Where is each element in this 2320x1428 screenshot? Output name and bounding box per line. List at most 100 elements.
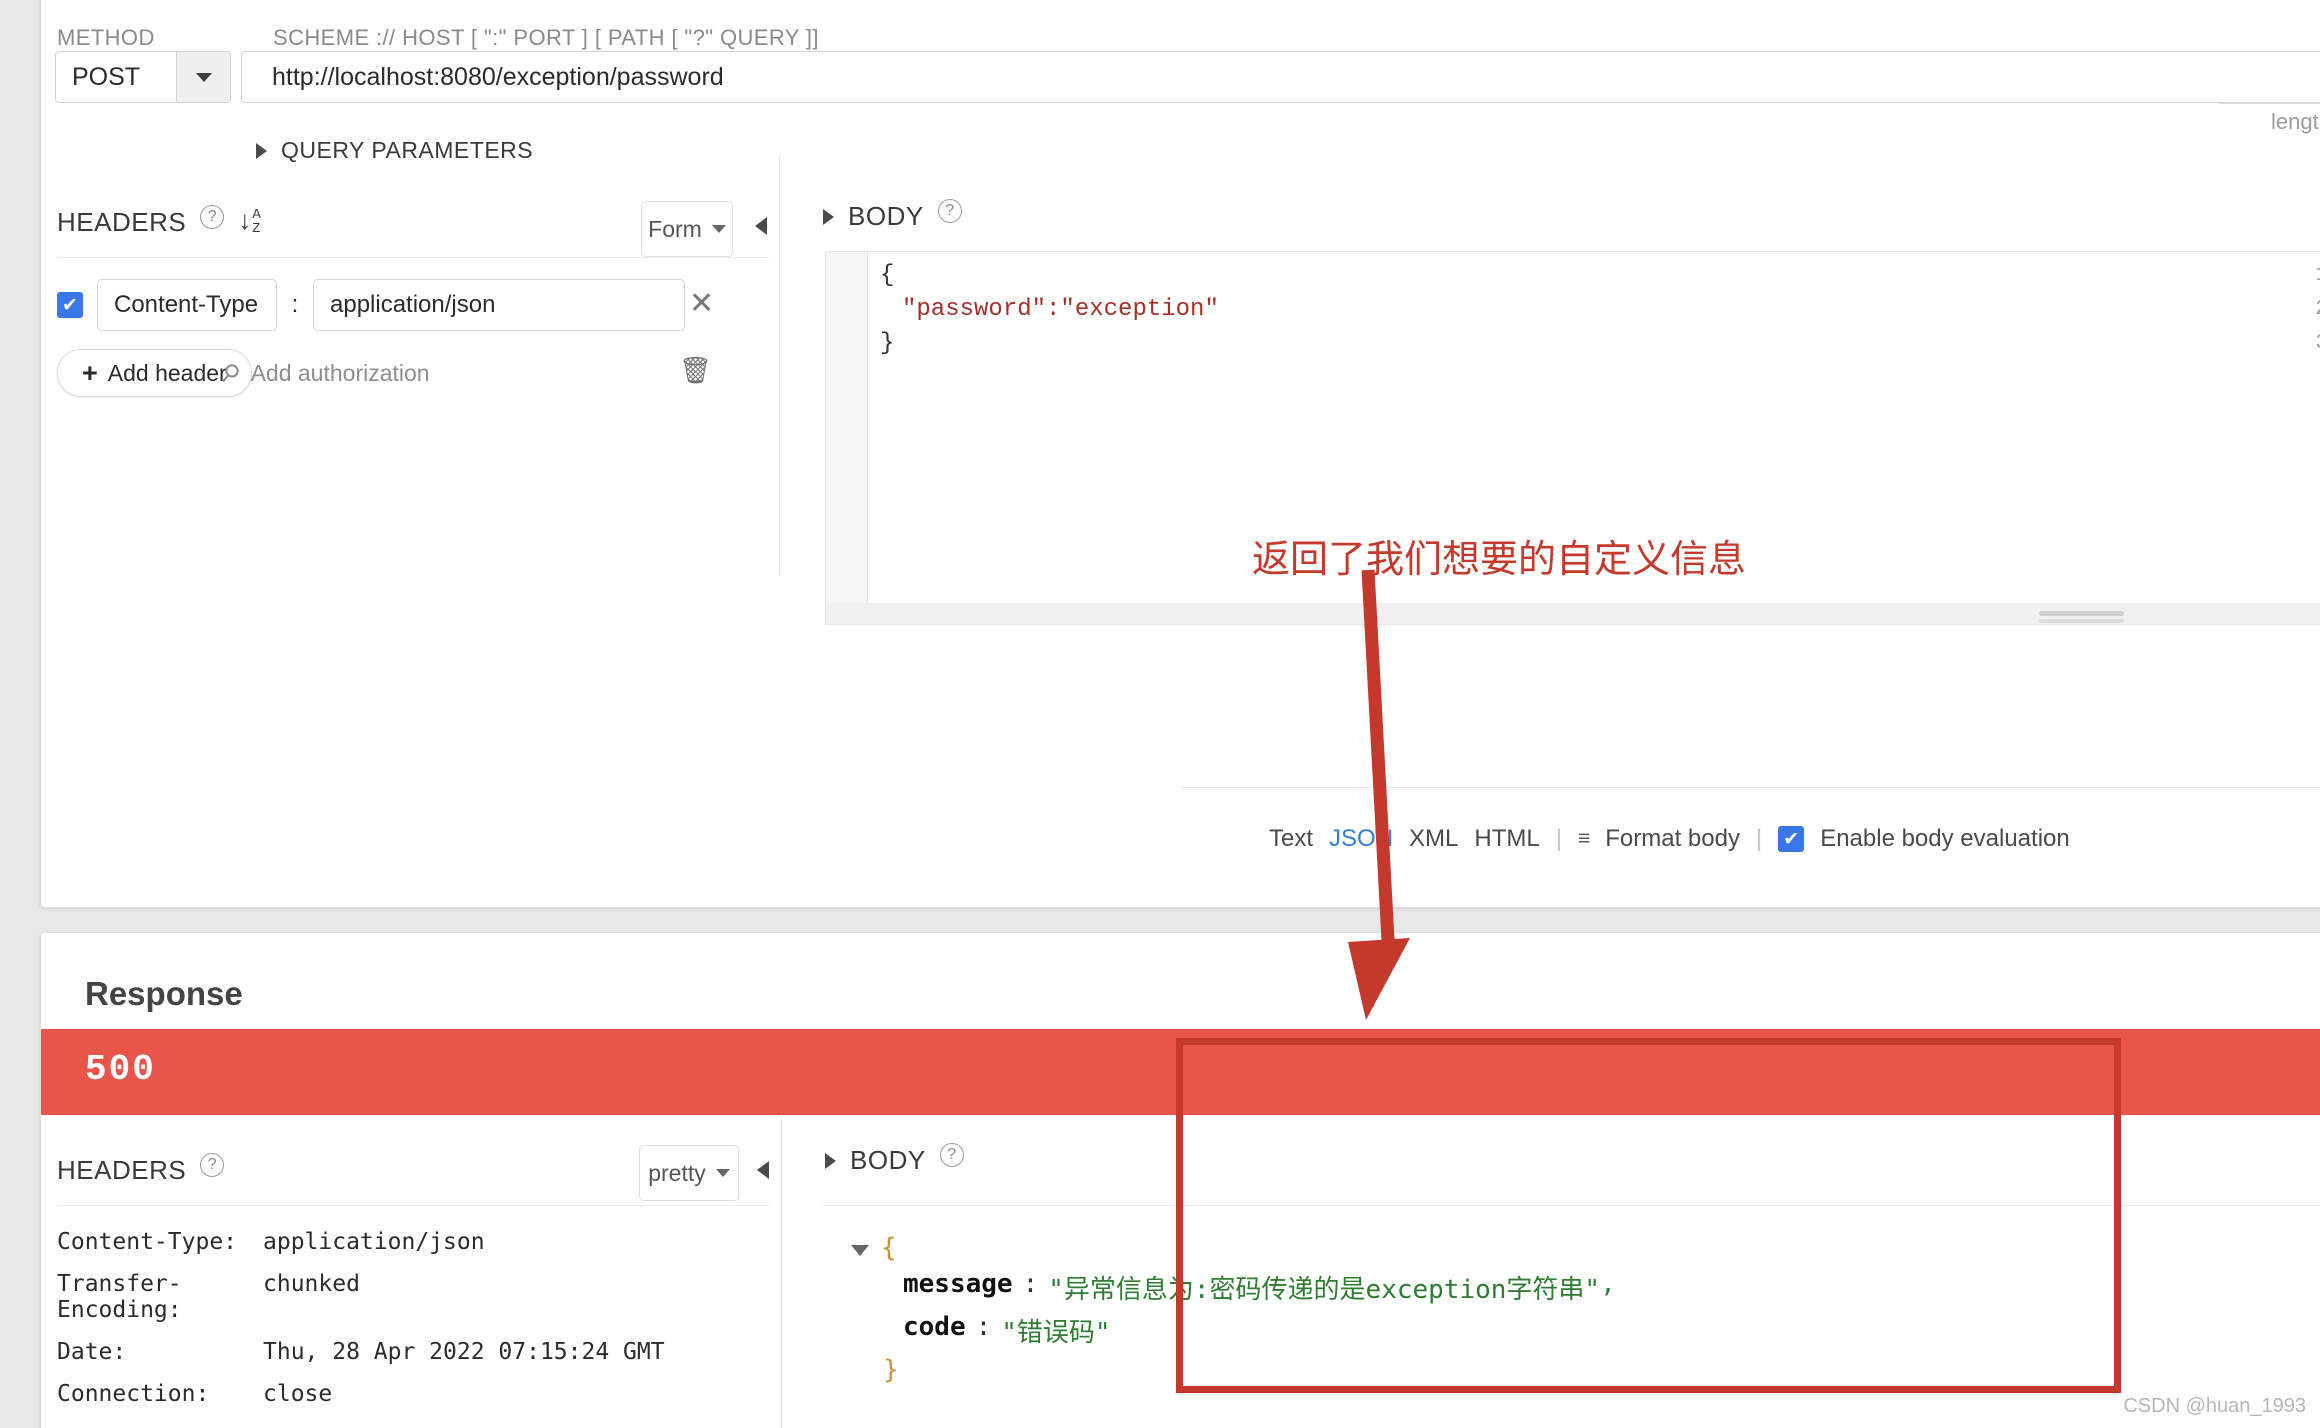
sort-alphabetical-icon[interactable]: ↓ AZ xyxy=(238,207,261,234)
scrollbar-thumb-secondary[interactable] xyxy=(2039,619,2124,623)
json-key: message xyxy=(903,1269,1013,1299)
add-authorization-label: Add authorization xyxy=(250,360,430,386)
url-input[interactable]: http://localhost:8080/exception/password xyxy=(241,51,2320,103)
format-option-text[interactable]: Text xyxy=(1269,825,1313,853)
chevron-right-icon[interactable] xyxy=(823,208,834,225)
response-body-title: BODY xyxy=(850,1145,926,1175)
header-value: Thu, 28 Apr 2022 07:15:24 GMT xyxy=(263,1339,665,1365)
headers-underline xyxy=(57,257,769,258)
annotation-highlight-box xyxy=(1176,1038,2121,1393)
response-title: Response xyxy=(85,975,243,1012)
question-mark-icon[interactable]: ? xyxy=(939,1142,964,1167)
method-value: POST xyxy=(72,62,141,91)
trash-icon[interactable]: 🗑 xyxy=(679,355,712,386)
request-panel: METHOD SCHEME :// HOST [ ":" PORT ] [ PA… xyxy=(40,0,2320,908)
table-row: Date: Thu, 28 Apr 2022 07:15:24 GMT xyxy=(57,1339,665,1365)
add-authorization-button[interactable]: ⚲ Add authorization xyxy=(214,358,430,390)
chevron-down-icon xyxy=(195,72,212,82)
header-value: application/json xyxy=(263,1229,485,1255)
header-value: chunked xyxy=(263,1271,360,1297)
table-row: Transfer-Encoding: chunked xyxy=(57,1271,665,1323)
watermark: CSDN @huan_1993 xyxy=(2123,1395,2306,1417)
query-parameters-toggle[interactable]: QUERY PARAMETERS xyxy=(256,137,533,164)
format-option-json[interactable]: JSON xyxy=(1329,825,1393,853)
header-row: ✔ Content-Type : application/json xyxy=(57,279,685,331)
toolbar-divider: | xyxy=(1755,825,1763,852)
json-colon: : xyxy=(1022,1269,1039,1299)
headers-view-select[interactable]: Form xyxy=(641,201,733,257)
length-divider xyxy=(2219,103,2320,104)
response-headers-title-row: HEADERS ? xyxy=(57,1152,225,1186)
response-headers-title: HEADERS xyxy=(57,1155,187,1185)
response-headers-table: Content-Type: application/json Transfer-… xyxy=(57,1229,665,1423)
headers-view-value: Form xyxy=(648,215,702,242)
enable-body-evaluation-checkbox[interactable]: ✔ xyxy=(1778,826,1805,852)
request-headers-title: HEADERS xyxy=(57,207,187,237)
response-headers-view-select[interactable]: pretty xyxy=(639,1145,739,1201)
json-open-brace: { xyxy=(881,1233,897,1263)
header-name: Connection: xyxy=(57,1381,210,1407)
scheme-label: SCHEME :// HOST [ ":" PORT ] [ PATH [ "?… xyxy=(273,25,819,50)
header-key-input[interactable]: Content-Type xyxy=(97,279,277,331)
toolbar-divider: | xyxy=(1555,825,1562,852)
request-headers-title-row: HEADERS ? ↓ AZ xyxy=(57,204,261,238)
code-line: } xyxy=(880,330,895,357)
json-value: "错误码" xyxy=(1001,1318,1111,1348)
header-name: Content-Type: xyxy=(57,1229,238,1255)
header-enabled-checkbox[interactable]: ✔ xyxy=(57,292,83,318)
question-mark-icon[interactable]: ? xyxy=(200,1152,225,1177)
json-key: code xyxy=(903,1312,966,1342)
question-mark-icon[interactable]: ? xyxy=(200,204,225,229)
length-label: length xyxy=(2271,109,2320,134)
plus-icon: + xyxy=(82,357,98,388)
response-headers-view-value: pretty xyxy=(648,1159,706,1186)
editor-gutter xyxy=(826,252,868,610)
json-colon: : xyxy=(975,1312,992,1342)
table-row: Connection: close xyxy=(57,1381,665,1407)
header-value-input[interactable]: application/json xyxy=(313,279,685,331)
body-format-toolbar: Text JSON XML HTML | ≡ Format body | ✔ E… xyxy=(1269,825,2070,853)
line-number: 2 xyxy=(2315,298,2320,321)
chevron-right-icon xyxy=(256,142,267,159)
method-label: METHOD xyxy=(57,25,155,50)
line-number: 3 xyxy=(2315,332,2320,355)
chevron-down-icon xyxy=(715,1169,730,1177)
header-name: Date: xyxy=(57,1339,127,1365)
format-option-xml[interactable]: XML xyxy=(1409,825,1458,853)
chevron-right-icon[interactable] xyxy=(825,1152,836,1169)
format-option-html[interactable]: HTML xyxy=(1474,825,1539,853)
editor-horizontal-scrollbar[interactable] xyxy=(825,603,2320,625)
method-select[interactable]: POST xyxy=(55,51,231,103)
query-parameters-label: QUERY PARAMETERS xyxy=(281,137,534,163)
collapse-response-headers-button[interactable] xyxy=(757,1161,769,1179)
panel-divider xyxy=(779,155,780,575)
close-icon[interactable]: ✕ xyxy=(689,289,714,319)
line-number: 1 xyxy=(2315,264,2320,287)
response-headers-underline xyxy=(57,1205,769,1206)
response-body-title-row: BODY ? xyxy=(825,1142,964,1176)
add-header-label: Add header xyxy=(107,359,227,386)
annotation-text: 返回了我们想要的自定义信息 xyxy=(1252,537,1747,581)
request-body-title-row: BODY ? xyxy=(823,198,962,232)
code-line: { xyxy=(880,262,895,289)
chevron-down-icon[interactable] xyxy=(851,1245,869,1256)
header-separator: : xyxy=(291,291,299,318)
response-panel-divider xyxy=(781,1119,782,1428)
app-screenshot: METHOD SCHEME :// HOST [ ":" PORT ] [ PA… xyxy=(0,0,2320,1428)
header-name: Transfer-Encoding: xyxy=(57,1271,182,1323)
status-code: 500 xyxy=(85,1049,156,1090)
question-mark-icon[interactable]: ? xyxy=(937,198,962,223)
table-row: Content-Type: application/json xyxy=(57,1229,665,1255)
header-value: close xyxy=(263,1381,333,1407)
json-close-brace: } xyxy=(883,1355,899,1385)
format-body-button[interactable]: Format body xyxy=(1605,825,1740,853)
collapse-headers-button[interactable] xyxy=(755,217,767,235)
code-line: "password":"exception" xyxy=(902,296,1219,323)
method-dropdown-button[interactable] xyxy=(176,52,230,102)
request-body-title: BODY xyxy=(848,201,924,231)
enable-body-evaluation-label: Enable body evaluation xyxy=(1820,825,2070,852)
scrollbar-thumb[interactable] xyxy=(2039,611,2124,616)
align-left-icon[interactable]: ≡ xyxy=(1578,827,1590,851)
body-toolbar-divider xyxy=(1181,787,2320,788)
chevron-down-icon xyxy=(711,225,726,233)
